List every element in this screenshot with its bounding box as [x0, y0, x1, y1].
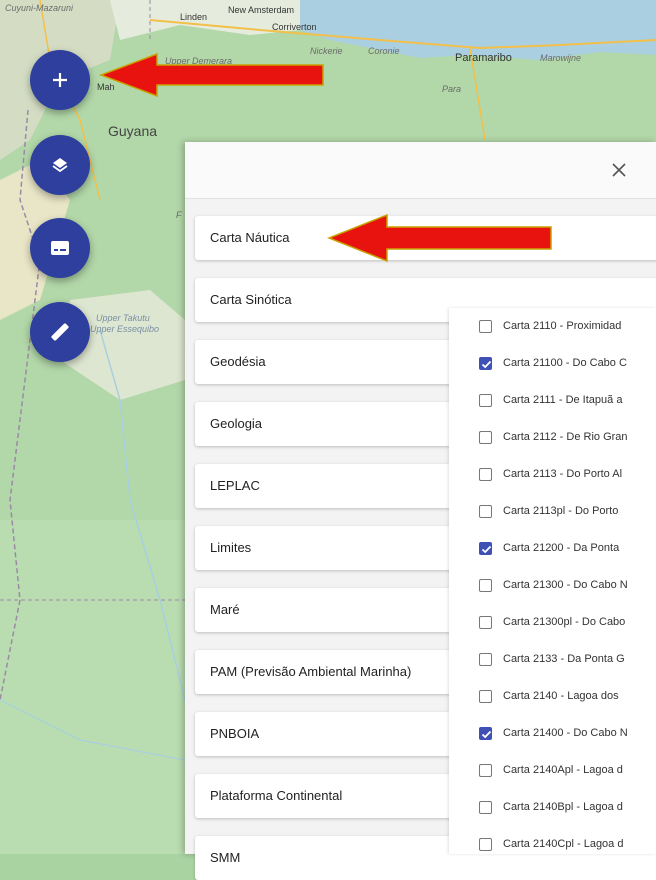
add-layer-button[interactable] [30, 50, 90, 110]
category-label: Limites [210, 540, 252, 555]
map-label-upper-takutu: Upper Takutu [96, 313, 150, 323]
checkbox[interactable] [479, 505, 492, 518]
category-label: PAM (Previsão Ambiental Marinha) [210, 664, 412, 679]
chart-item[interactable]: Carta 2140Apl - Lagoa d [449, 758, 656, 786]
nautical-chart-list[interactable]: Carta 2110 - Proximidad Carta 21100 - Do… [449, 308, 656, 854]
checkbox[interactable] [479, 616, 492, 629]
map-label-new-amsterdam: New Amsterdam [228, 5, 295, 15]
category-label: Carta Sinótica [210, 292, 292, 307]
chart-item-label: Carta 21400 - Do Cabo N [503, 727, 628, 739]
map-label-corriverton: Corriverton [272, 22, 317, 32]
checkbox[interactable] [479, 394, 492, 407]
category-label: Plataforma Continental [210, 788, 343, 803]
map-label-paramaribo: Paramaribo [455, 52, 512, 64]
close-panel-button[interactable] [605, 156, 633, 184]
chart-item[interactable]: Carta 2133 - Da Ponta G [449, 647, 656, 675]
layers-icon [52, 158, 68, 173]
chart-item-label: Carta 2140Cpl - Lagoa d [503, 838, 624, 850]
checkbox[interactable] [479, 764, 492, 777]
chart-item-label: Carta 2112 - De Rio Gran [503, 431, 628, 443]
map-label-para: Para [442, 84, 462, 94]
chart-item-label: Carta 2140Apl - Lagoa d [503, 764, 623, 776]
chart-item-label: Carta 2111 - De Itapuã a [503, 394, 623, 406]
category-label: Maré [210, 602, 240, 617]
chart-item[interactable]: Carta 21200 - Da Ponta [449, 536, 656, 564]
check-icon [481, 360, 492, 369]
chart-item[interactable]: Carta 2110 - Proximidad [449, 314, 656, 342]
ruler-icon [51, 323, 69, 341]
annotation-arrow-icon [98, 52, 324, 98]
category-label: Geologia [210, 416, 263, 431]
subtitles-icon [51, 241, 69, 255]
category-label: LEPLAC [210, 478, 260, 493]
chart-item[interactable]: Carta 21400 - Do Cabo N [449, 721, 656, 749]
measure-button[interactable] [30, 302, 90, 362]
chart-item-label: Carta 21200 - Da Ponta [503, 542, 620, 554]
category-label: SMM [210, 850, 241, 865]
legend-button[interactable] [30, 218, 90, 278]
map-label-coronie: Coronie [368, 46, 400, 56]
chart-item-label: Carta 2140 - Lagoa dos [503, 690, 619, 702]
chart-item[interactable]: Carta 21300 - Do Cabo N [449, 573, 656, 601]
chart-item[interactable]: Carta 2112 - De Rio Gran [449, 425, 656, 453]
category-label: Geodésia [210, 354, 266, 369]
map-label-linden: Linden [180, 12, 208, 22]
checkbox[interactable] [479, 801, 492, 814]
chart-item-label: Carta 2113pl - Do Porto [503, 505, 619, 517]
checkbox[interactable] [479, 653, 492, 666]
checkbox[interactable] [479, 320, 492, 333]
plus-icon [53, 73, 67, 87]
chart-item[interactable]: Carta 21300pl - Do Cabo [449, 610, 656, 638]
chart-item[interactable]: Carta 2111 - De Itapuã a [449, 388, 656, 416]
map-label-marowijne: Marowijne [540, 53, 582, 63]
checkbox-checked[interactable] [479, 542, 492, 555]
check-icon [481, 730, 492, 739]
chart-item-label: Carta 2140Bpl - Lagoa d [503, 801, 623, 813]
category-label: Carta Náutica [210, 230, 290, 245]
category-label: PNBOIA [210, 726, 260, 741]
checkbox-checked[interactable] [479, 357, 492, 370]
chart-item-label: Carta 21300pl - Do Cabo [503, 616, 626, 628]
checkbox[interactable] [479, 690, 492, 703]
map-label-cuyuni: Cuyuni-Mazaruni [5, 3, 74, 13]
chart-item[interactable]: Carta 2113pl - Do Porto [449, 499, 656, 527]
panel-header [185, 142, 656, 199]
map-label-upper-essequibo: Upper Essequibo [90, 324, 160, 334]
checkbox-checked[interactable] [479, 727, 492, 740]
chart-item[interactable]: Carta 2113 - Do Porto Al [449, 462, 656, 490]
map-label-guyana: Guyana [108, 123, 158, 139]
map-label-fragment: F [176, 210, 182, 220]
layers-button[interactable] [30, 135, 90, 195]
check-icon [481, 545, 492, 554]
chart-item-label: Carta 2113 - Do Porto Al [503, 468, 623, 480]
checkbox[interactable] [479, 468, 492, 481]
chart-item-label: Carta 2110 - Proximidad [503, 320, 622, 332]
annotation-arrow-icon [326, 213, 552, 263]
chart-item[interactable]: Carta 21100 - Do Cabo C [449, 351, 656, 379]
chart-item[interactable]: Carta 2140Bpl - Lagoa d [449, 795, 656, 823]
chart-item[interactable]: Carta 2140 - Lagoa dos [449, 684, 656, 712]
chart-item-label: Carta 2133 - Da Ponta G [503, 653, 625, 665]
chart-item-label: Carta 21300 - Do Cabo N [503, 579, 628, 591]
checkbox[interactable] [479, 431, 492, 444]
close-icon [612, 163, 626, 177]
chart-item-label: Carta 21100 - Do Cabo C [503, 357, 627, 369]
chart-item[interactable]: Carta 2140Cpl - Lagoa d [449, 832, 656, 854]
checkbox[interactable] [479, 838, 492, 851]
checkbox[interactable] [479, 579, 492, 592]
